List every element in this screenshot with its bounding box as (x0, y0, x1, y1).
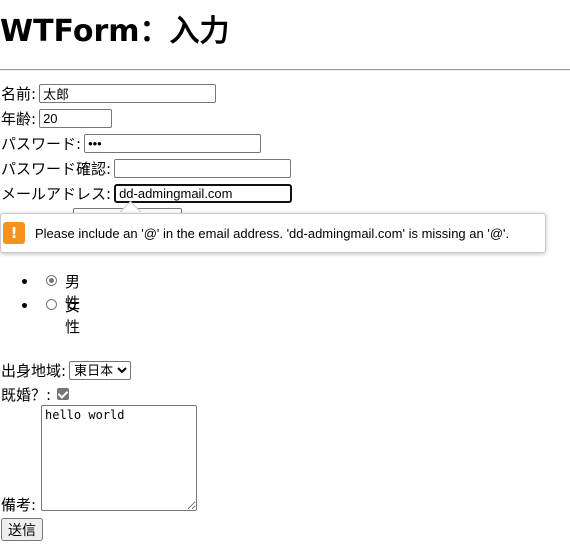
submit-button[interactable]: 送信 (1, 518, 43, 541)
password-confirm-row: パスワード確認: (1, 157, 292, 179)
name-label: 名前: (1, 84, 37, 103)
married-checkbox[interactable] (57, 388, 70, 400)
password-row: パスワード: (1, 132, 262, 154)
email-label: メールアドレス: (1, 184, 112, 203)
region-select[interactable]: 東日本 (69, 360, 132, 380)
region-row: 出身地域: 東日本 (1, 359, 132, 381)
age-label: 年齢: (1, 109, 37, 128)
region-label: 出身地域: (1, 361, 67, 380)
password-label: パスワード: (1, 134, 82, 153)
email-row: メールアドレス: (1, 182, 293, 204)
email-input[interactable] (114, 183, 293, 203)
memo-textarea[interactable]: hello world (41, 405, 197, 511)
warning-icon: ! (3, 222, 25, 244)
page-title: WTForm：入力 (0, 14, 230, 49)
password-confirm-label: パスワード確認: (1, 159, 112, 178)
bullet-icon (22, 279, 27, 284)
married-label: 既婚？: (1, 385, 52, 404)
bullet-icon (22, 303, 27, 308)
age-input[interactable] (39, 108, 113, 128)
gender-label-female: 女性 (65, 297, 81, 336)
password-input[interactable] (84, 133, 262, 153)
gender-radio-female[interactable] (46, 299, 57, 310)
gender-radio-male[interactable] (46, 275, 57, 286)
memo-label: 備考: (1, 496, 37, 514)
name-row: 名前: (1, 82, 217, 104)
married-row: 既婚？: (1, 383, 70, 405)
password-confirm-input[interactable] (114, 158, 292, 178)
name-input[interactable] (39, 83, 217, 103)
divider (0, 69, 570, 71)
validation-message: Please include an '@' in the email addre… (35, 225, 510, 241)
validation-tooltip: ! Please include an '@' in the email add… (0, 213, 546, 253)
age-row: 年齢: (1, 107, 113, 129)
